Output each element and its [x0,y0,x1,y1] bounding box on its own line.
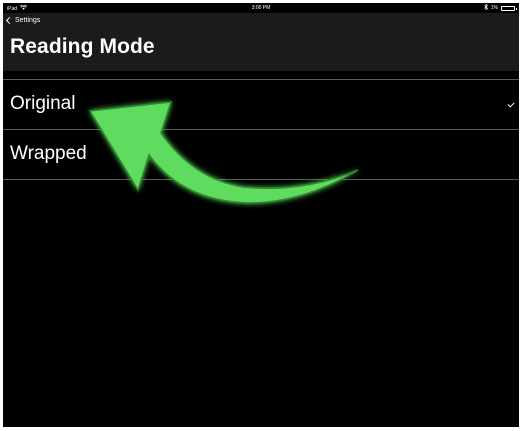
checkmark-icon [507,100,515,108]
option-label: Wrapped [10,143,87,164]
status-bar: iPad 3:00 PM 1% [3,3,519,13]
device-screen: iPad 3:00 PM 1% Settings Reading Mode Or… [3,3,519,427]
option-original[interactable]: Original [3,80,519,130]
section-gap [3,71,519,79]
option-wrapped[interactable]: Wrapped [3,130,519,180]
navigation-bar: Settings Reading Mode [3,13,519,71]
battery-percent: 1% [490,5,498,11]
reading-mode-options: Original Wrapped [3,79,519,180]
page-title: Reading Mode [10,35,155,58]
back-button-label: Settings [15,17,41,24]
back-button[interactable]: Settings [5,16,41,25]
option-label: Original [10,93,76,114]
chevron-left-icon [5,16,14,25]
status-right: 1% [484,3,517,12]
status-time: 3:00 PM [251,5,271,11]
bluetooth-icon [484,3,488,12]
battery-icon [501,5,517,11]
